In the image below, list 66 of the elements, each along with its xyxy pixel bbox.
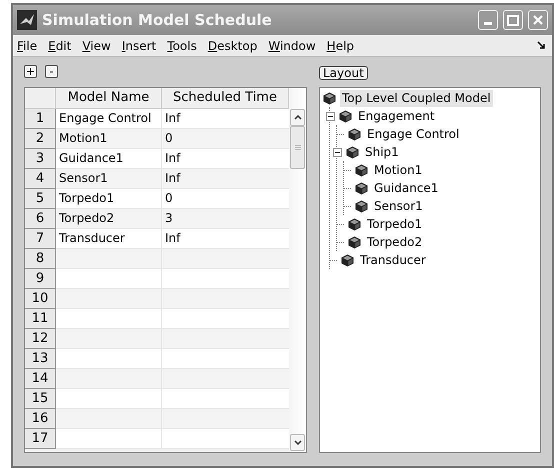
scroll-down-button[interactable] — [290, 434, 305, 451]
row-number: 14 — [25, 369, 56, 389]
collapse-toggle-icon[interactable] — [333, 148, 342, 156]
row-number: 17 — [25, 429, 56, 449]
row-number: 13 — [25, 349, 56, 369]
row-number: 6 — [25, 209, 56, 229]
row-number: 3 — [25, 149, 56, 169]
tree-item[interactable]: Top Level Coupled Model — [340, 90, 493, 106]
row-number: 16 — [25, 409, 56, 429]
dock-arrow-icon — [537, 41, 546, 50]
tree-item[interactable]: Transducer — [358, 252, 428, 268]
menu-item[interactable]: File — [17, 38, 38, 54]
layout-button[interactable]: Layout — [319, 66, 368, 80]
expand-button[interactable]: + — [24, 65, 37, 78]
row-number: 11 — [25, 309, 56, 329]
tree-item[interactable]: Torpedo2 — [365, 234, 424, 250]
row-number: 2 — [25, 129, 56, 149]
menu-item[interactable]: Insert — [122, 38, 156, 54]
tree-item[interactable]: Ship1 — [363, 144, 401, 160]
row-number: 4 — [25, 169, 56, 189]
row-number: 7 — [25, 229, 56, 249]
tree-item[interactable]: Torpedo1 — [365, 216, 424, 232]
tree-item[interactable]: Engagement — [356, 108, 437, 124]
scroll-thumb[interactable] — [290, 126, 305, 169]
tree-item[interactable]: Sensor1 — [372, 198, 425, 214]
menu-item[interactable]: Edit — [48, 38, 72, 54]
tree-item[interactable]: Motion1 — [372, 162, 424, 178]
row-number: 1 — [25, 109, 56, 129]
row-number: 5 — [25, 189, 56, 209]
grip-icon — [294, 145, 300, 150]
cube-icon — [323, 92, 336, 104]
row-number: 10 — [25, 289, 56, 309]
menu-item[interactable]: Help — [326, 38, 354, 54]
tree-item[interactable]: Guidance1 — [372, 180, 440, 196]
menu-item[interactable]: Desktop — [208, 38, 258, 54]
scroll-up-button[interactable] — [290, 109, 305, 126]
cube-icon — [355, 200, 368, 212]
menu-item[interactable]: Tools — [167, 38, 197, 54]
menu-item[interactable]: Window — [268, 38, 316, 54]
cube-icon — [348, 218, 361, 230]
cube-icon — [348, 128, 361, 140]
cube-icon — [348, 236, 361, 248]
column-header[interactable]: Model Name — [56, 88, 162, 108]
close-icon — [532, 14, 544, 26]
tree-item[interactable]: Engage Control — [365, 126, 462, 142]
maximize-icon — [507, 14, 519, 26]
cube-icon — [341, 254, 354, 266]
collapse-toggle-icon[interactable] — [326, 112, 335, 120]
row-number: 9 — [25, 269, 56, 289]
maximize-button[interactable] — [503, 10, 523, 30]
cube-icon — [339, 110, 352, 122]
cube-icon — [346, 146, 359, 158]
caret-up-icon — [294, 115, 302, 120]
cube-icon — [355, 164, 368, 176]
close-button[interactable] — [528, 10, 548, 30]
row-number: 15 — [25, 389, 56, 409]
row-number: 12 — [25, 329, 56, 349]
cube-icon — [355, 182, 368, 194]
row-number: 8 — [25, 249, 56, 269]
caret-down-icon — [294, 440, 302, 445]
minimize-icon — [484, 22, 492, 25]
menu-item[interactable]: View — [82, 38, 111, 54]
app-logo-icon — [17, 10, 37, 30]
window-title: Simulation Model Schedule — [42, 10, 273, 31]
collapse-button[interactable]: - — [45, 65, 58, 78]
minimize-button[interactable] — [478, 10, 498, 30]
